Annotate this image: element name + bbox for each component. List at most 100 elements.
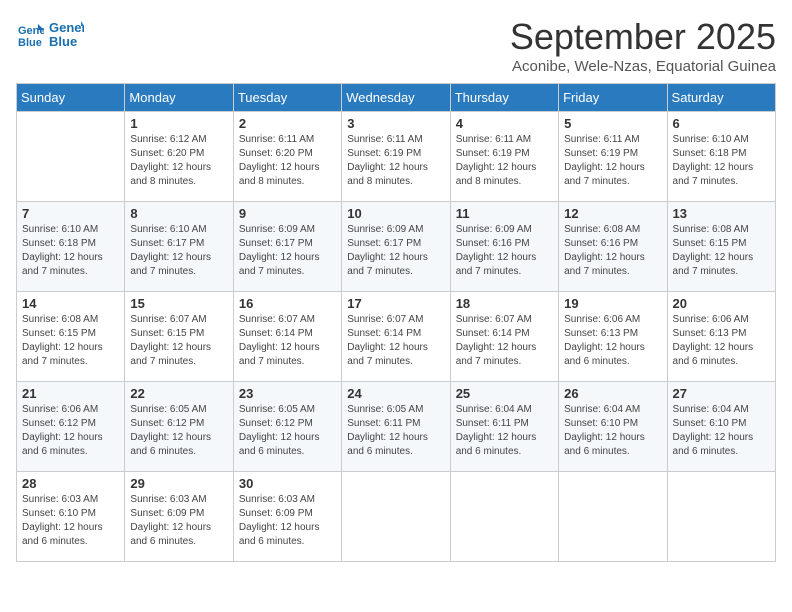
day-info: Sunrise: 6:07 AMSunset: 6:14 PMDaylight:… — [456, 313, 553, 369]
sunset-text: Sunset: 6:19 PM — [347, 147, 444, 161]
daylight-text: Daylight: 12 hours and 6 minutes. — [239, 521, 336, 549]
header-thursday: Thursday — [450, 84, 558, 112]
sunset-text: Sunset: 6:17 PM — [130, 237, 227, 251]
day-number: 7 — [22, 206, 119, 221]
day-info: Sunrise: 6:05 AMSunset: 6:11 PMDaylight:… — [347, 403, 444, 459]
sunset-text: Sunset: 6:14 PM — [456, 327, 553, 341]
day-info: Sunrise: 6:07 AMSunset: 6:14 PMDaylight:… — [239, 313, 336, 369]
calendar-cell: 10Sunrise: 6:09 AMSunset: 6:17 PMDayligh… — [342, 202, 450, 292]
calendar-table: Sunday Monday Tuesday Wednesday Thursday… — [16, 83, 776, 562]
sunrise-text: Sunrise: 6:04 AM — [564, 403, 661, 417]
logo-graphic: General Blue — [48, 16, 84, 52]
sunset-text: Sunset: 6:16 PM — [564, 237, 661, 251]
sunrise-text: Sunrise: 6:03 AM — [130, 493, 227, 507]
day-number: 18 — [456, 296, 553, 311]
sunset-text: Sunset: 6:12 PM — [22, 417, 119, 431]
sunset-text: Sunset: 6:15 PM — [130, 327, 227, 341]
day-number: 29 — [130, 476, 227, 491]
day-info: Sunrise: 6:11 AMSunset: 6:19 PMDaylight:… — [564, 133, 661, 189]
day-info: Sunrise: 6:06 AMSunset: 6:12 PMDaylight:… — [22, 403, 119, 459]
calendar-cell — [17, 112, 125, 202]
daylight-text: Daylight: 12 hours and 7 minutes. — [673, 161, 770, 189]
day-info: Sunrise: 6:09 AMSunset: 6:17 PMDaylight:… — [239, 223, 336, 279]
sunset-text: Sunset: 6:18 PM — [673, 147, 770, 161]
day-info: Sunrise: 6:11 AMSunset: 6:19 PMDaylight:… — [456, 133, 553, 189]
sunrise-text: Sunrise: 6:06 AM — [22, 403, 119, 417]
sunrise-text: Sunrise: 6:09 AM — [456, 223, 553, 237]
sunrise-text: Sunrise: 6:05 AM — [130, 403, 227, 417]
daylight-text: Daylight: 12 hours and 6 minutes. — [130, 521, 227, 549]
sunrise-text: Sunrise: 6:07 AM — [456, 313, 553, 327]
sunrise-text: Sunrise: 6:07 AM — [347, 313, 444, 327]
calendar-cell: 22Sunrise: 6:05 AMSunset: 6:12 PMDayligh… — [125, 382, 233, 472]
sunset-text: Sunset: 6:12 PM — [130, 417, 227, 431]
calendar-cell: 26Sunrise: 6:04 AMSunset: 6:10 PMDayligh… — [559, 382, 667, 472]
daylight-text: Daylight: 12 hours and 6 minutes. — [347, 431, 444, 459]
day-info: Sunrise: 6:09 AMSunset: 6:16 PMDaylight:… — [456, 223, 553, 279]
page-header: General Blue General Blue September 2025… — [16, 16, 776, 75]
calendar-cell: 9 Sunrise: 6:09 AMSunset: 6:17 PMDaylight… — [233, 202, 341, 292]
daylight-text: Daylight: 12 hours and 8 minutes. — [130, 161, 227, 189]
sunset-text: Sunset: 6:11 PM — [456, 417, 553, 431]
sunrise-text: Sunrise: 6:05 AM — [347, 403, 444, 417]
sunrise-text: Sunrise: 6:12 AM — [130, 133, 227, 147]
calendar-cell: 16Sunrise: 6:07 AMSunset: 6:14 PMDayligh… — [233, 292, 341, 382]
sunrise-text: Sunrise: 6:06 AM — [564, 313, 661, 327]
week-row-2: 7Sunrise: 6:10 AMSunset: 6:18 PMDaylight… — [17, 202, 776, 292]
sunset-text: Sunset: 6:19 PM — [564, 147, 661, 161]
daylight-text: Daylight: 12 hours and 7 minutes. — [22, 251, 119, 279]
sunrise-text: Sunrise: 6:10 AM — [22, 223, 119, 237]
day-number: 1 — [130, 116, 227, 131]
calendar-cell: 1 Sunrise: 6:12 AMSunset: 6:20 PMDaylight… — [125, 112, 233, 202]
day-number: 12 — [564, 206, 661, 221]
day-number: 10 — [347, 206, 444, 221]
header-wednesday: Wednesday — [342, 84, 450, 112]
sunset-text: Sunset: 6:15 PM — [673, 237, 770, 251]
calendar-cell: 15Sunrise: 6:07 AMSunset: 6:15 PMDayligh… — [125, 292, 233, 382]
daylight-text: Daylight: 12 hours and 7 minutes. — [456, 341, 553, 369]
day-number: 21 — [22, 386, 119, 401]
day-number: 20 — [673, 296, 770, 311]
day-info: Sunrise: 6:10 AMSunset: 6:18 PMDaylight:… — [673, 133, 770, 189]
day-info: Sunrise: 6:03 AMSunset: 6:09 PMDaylight:… — [239, 493, 336, 549]
sunset-text: Sunset: 6:14 PM — [239, 327, 336, 341]
day-number: 3 — [347, 116, 444, 131]
daylight-text: Daylight: 12 hours and 6 minutes. — [564, 431, 661, 459]
sunset-text: Sunset: 6:20 PM — [130, 147, 227, 161]
location-subtitle: Aconibe, Wele-Nzas, Equatorial Guinea — [510, 58, 776, 75]
calendar-cell: 29Sunrise: 6:03 AMSunset: 6:09 PMDayligh… — [125, 472, 233, 562]
day-number: 24 — [347, 386, 444, 401]
sunset-text: Sunset: 6:11 PM — [347, 417, 444, 431]
sunset-text: Sunset: 6:14 PM — [347, 327, 444, 341]
calendar-cell: 6Sunrise: 6:10 AMSunset: 6:18 PMDaylight… — [667, 112, 775, 202]
calendar-cell: 13Sunrise: 6:08 AMSunset: 6:15 PMDayligh… — [667, 202, 775, 292]
sunrise-text: Sunrise: 6:09 AM — [347, 223, 444, 237]
week-row-5: 28Sunrise: 6:03 AMSunset: 6:10 PMDayligh… — [17, 472, 776, 562]
daylight-text: Daylight: 12 hours and 6 minutes. — [673, 431, 770, 459]
daylight-text: Daylight: 12 hours and 7 minutes. — [564, 251, 661, 279]
day-info: Sunrise: 6:10 AMSunset: 6:18 PMDaylight:… — [22, 223, 119, 279]
daylight-text: Daylight: 12 hours and 6 minutes. — [22, 521, 119, 549]
sunset-text: Sunset: 6:17 PM — [347, 237, 444, 251]
logo: General Blue General Blue — [16, 16, 84, 52]
sunset-text: Sunset: 6:13 PM — [564, 327, 661, 341]
calendar-cell: 27Sunrise: 6:04 AMSunset: 6:10 PMDayligh… — [667, 382, 775, 472]
day-info: Sunrise: 6:12 AMSunset: 6:20 PMDaylight:… — [130, 133, 227, 189]
day-number: 25 — [456, 386, 553, 401]
day-number: 22 — [130, 386, 227, 401]
sunset-text: Sunset: 6:18 PM — [22, 237, 119, 251]
day-number: 9 — [239, 206, 336, 221]
calendar-cell: 30Sunrise: 6:03 AMSunset: 6:09 PMDayligh… — [233, 472, 341, 562]
calendar-cell: 11Sunrise: 6:09 AMSunset: 6:16 PMDayligh… — [450, 202, 558, 292]
daylight-text: Daylight: 12 hours and 7 minutes. — [22, 341, 119, 369]
daylight-text: Daylight: 12 hours and 6 minutes. — [456, 431, 553, 459]
calendar-cell — [450, 472, 558, 562]
day-info: Sunrise: 6:07 AMSunset: 6:15 PMDaylight:… — [130, 313, 227, 369]
svg-text:General: General — [49, 20, 84, 35]
calendar-cell — [342, 472, 450, 562]
sunset-text: Sunset: 6:13 PM — [673, 327, 770, 341]
daylight-text: Daylight: 12 hours and 6 minutes. — [22, 431, 119, 459]
calendar-cell: 5Sunrise: 6:11 AMSunset: 6:19 PMDaylight… — [559, 112, 667, 202]
calendar-cell: 8Sunrise: 6:10 AMSunset: 6:17 PMDaylight… — [125, 202, 233, 292]
day-info: Sunrise: 6:03 AMSunset: 6:10 PMDaylight:… — [22, 493, 119, 549]
